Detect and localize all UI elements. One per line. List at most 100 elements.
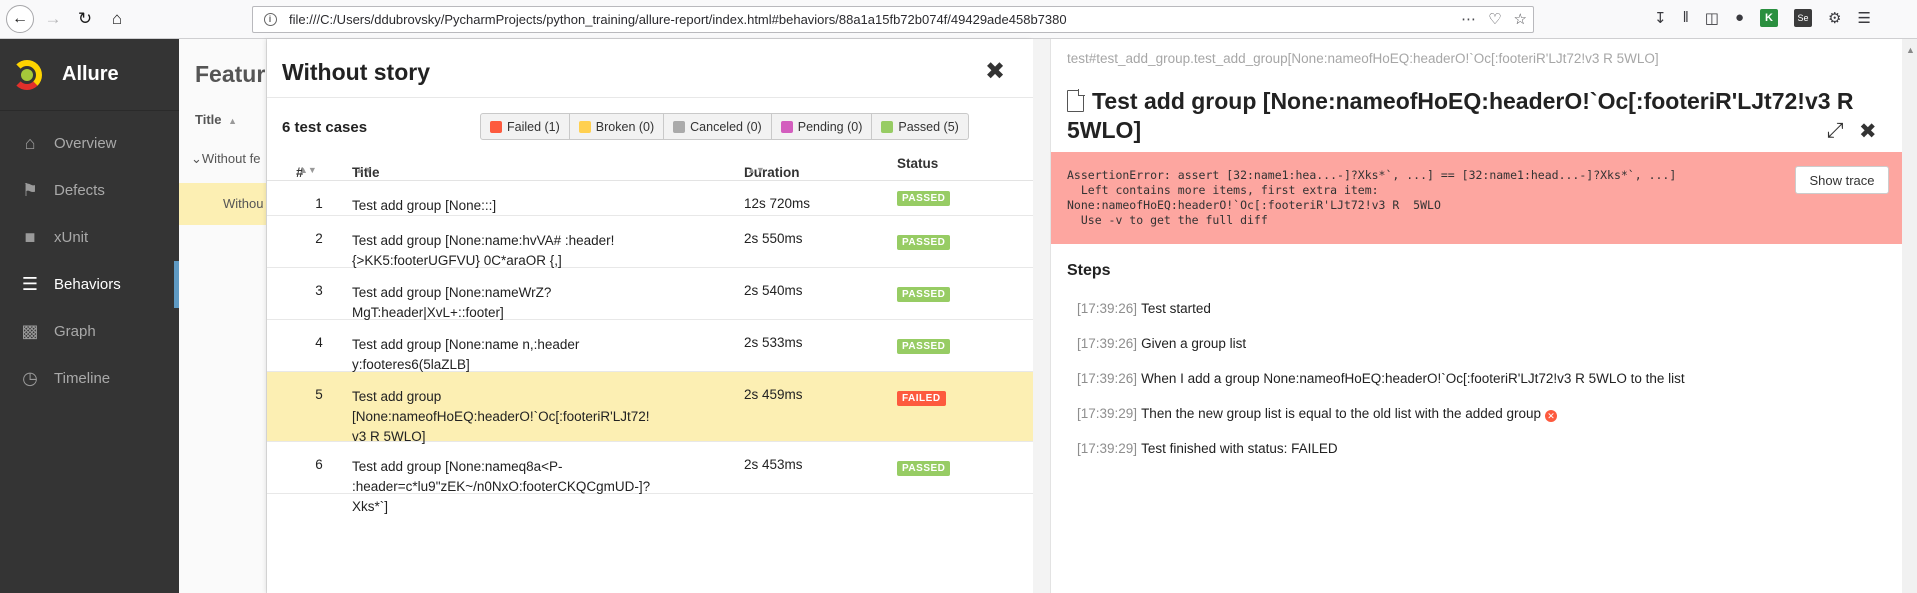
sidebar-item-defects[interactable]: ⚑ Defects xyxy=(0,167,179,214)
row-title: Test add group [None:nameofHoEQ:headerO!… xyxy=(352,389,650,444)
filter-passed[interactable]: Passed (5) xyxy=(872,114,967,139)
step-time: [17:39:29] xyxy=(1077,441,1138,456)
row-number: 3 xyxy=(315,283,323,298)
row-duration: 2s 550ms xyxy=(744,231,803,246)
row-title: Test add group [None:nameWrZ?MgT:header|… xyxy=(352,285,552,320)
status-badge: PASSED xyxy=(897,339,951,354)
expand-icon[interactable]: ⤢ xyxy=(1827,119,1844,143)
table-row-selected[interactable]: 5 Test add group [None:nameofHoEQ:header… xyxy=(267,372,1033,444)
filter-canceled[interactable]: Canceled (0) xyxy=(664,114,772,139)
forward-button[interactable]: → xyxy=(40,6,66,32)
test-case-count: 6 test cases xyxy=(282,119,368,136)
file-icon xyxy=(1067,89,1085,112)
step-item[interactable]: [17:39:26] When I add a group None:nameof… xyxy=(1077,371,1685,386)
home-button[interactable]: ⌂ xyxy=(104,6,130,32)
url-bar[interactable]: i file:///C:/Users/ddubrovsky/PycharmPro… xyxy=(252,6,1534,33)
table-header: # ▲▼ Title ▲▼ Duration ▲▼ Status xyxy=(267,147,1033,181)
test-title: Test add group [None:nameofHoEQ:headerO!… xyxy=(1067,88,1854,143)
canceled-swatch xyxy=(673,120,686,133)
menu-icon[interactable]: ☰ xyxy=(1857,9,1870,27)
column-header-status[interactable]: Status xyxy=(897,156,938,171)
sidebar-toggle-icon[interactable]: ◫ xyxy=(1705,9,1719,27)
download-icon[interactable]: ↧ xyxy=(1654,9,1667,27)
close-icon[interactable]: ✖ xyxy=(985,57,1005,86)
sidebar-item-timeline[interactable]: ◷ Timeline xyxy=(0,355,179,402)
status-filter-bar: Failed (1) Broken (0) Canceled (0) Pendi… xyxy=(480,113,969,140)
features-column-title[interactable]: Title ▲ xyxy=(195,112,237,127)
sidebar-item-label: xUnit xyxy=(54,229,89,246)
pocket-icon[interactable]: ♡ xyxy=(1488,10,1501,28)
step-item[interactable]: [17:39:26] Test started xyxy=(1077,301,1211,316)
error-message: AssertionError: assert [32:name1:hea...-… xyxy=(1067,168,1677,227)
test-full-path: test#test_add_group.test_add_group[None:… xyxy=(1067,51,1659,66)
row-number: 6 xyxy=(315,457,323,472)
status-badge: PASSED xyxy=(897,287,951,302)
filter-failed[interactable]: Failed (1) xyxy=(481,114,570,139)
briefcase-icon: ■ xyxy=(24,227,36,247)
table-row[interactable]: 6 Test add group [None:nameq8a<P- :heade… xyxy=(267,442,1033,514)
home-icon: ⌂ xyxy=(24,133,36,153)
reload-button[interactable]: ↻ xyxy=(72,6,98,32)
step-text: Then the new group list is equal to the … xyxy=(1141,406,1542,421)
show-trace-button[interactable]: Show trace xyxy=(1795,166,1889,194)
step-item[interactable]: [17:39:29] Test finished with status: FAI… xyxy=(1077,441,1338,456)
row-number: 1 xyxy=(315,196,323,211)
step-time: [17:39:26] xyxy=(1077,336,1138,351)
row-number: 5 xyxy=(315,387,323,402)
features-title: Featur xyxy=(195,61,266,87)
filter-pending[interactable]: Pending (0) xyxy=(772,114,873,139)
status-badge: PASSED xyxy=(897,461,951,476)
list-icon: ☰ xyxy=(21,274,39,294)
row-number: 2 xyxy=(315,231,323,246)
step-time: [17:39:26] xyxy=(1077,301,1138,316)
step-text: Given a group list xyxy=(1141,336,1247,351)
step-item[interactable]: [17:39:26] Given a group list xyxy=(1077,336,1246,351)
sidebar-item-graph[interactable]: ▩ Graph xyxy=(0,308,179,355)
url-text[interactable]: file:///C:/Users/ddubrovsky/PycharmProje… xyxy=(289,12,1067,27)
row-title: Test add group [None:name:hvVA# :header!… xyxy=(352,233,615,268)
sidebar: Allure ⌂ Overview ⚑ Defects ■ xUnit ☰ Be… xyxy=(0,39,179,593)
flag-icon: ⚑ xyxy=(21,180,39,200)
globe-icon[interactable]: ● xyxy=(1735,9,1744,27)
extension-green-icon[interactable]: K xyxy=(1760,9,1779,27)
pane-gutter xyxy=(1033,39,1050,593)
extension-se-icon[interactable]: Se xyxy=(1794,9,1813,27)
page-actions-icon[interactable]: ⋯ xyxy=(1461,10,1476,28)
row-duration: 2s 533ms xyxy=(744,335,803,350)
row-duration: 12s 720ms xyxy=(744,196,811,211)
sidebar-item-behaviors[interactable]: ☰ Behaviors xyxy=(0,261,179,308)
bookmark-star-icon[interactable]: ☆ xyxy=(1514,10,1527,28)
step-text: When I add a group None:nameofHoEQ:heade… xyxy=(1141,371,1685,386)
brand-logo[interactable]: Allure xyxy=(0,39,179,111)
sidebar-item-label: Graph xyxy=(54,323,96,340)
site-info-icon[interactable]: i xyxy=(259,11,281,29)
bar-chart-icon: ▩ xyxy=(21,321,39,341)
browser-toolbar: ← → ↻ ⌂ i file:///C:/Users/ddubrovsky/Py… xyxy=(0,0,1917,39)
sidebar-item-label: Defects xyxy=(54,182,105,199)
back-button[interactable]: ← xyxy=(6,5,34,33)
steps-heading: Steps xyxy=(1067,262,1111,279)
step-text: Test finished with status: FAILED xyxy=(1141,441,1338,456)
test-cases-pane: Without story ✖ 6 test cases Failed (1) … xyxy=(267,39,1033,593)
filter-broken[interactable]: Broken (0) xyxy=(570,114,665,139)
failed-icon: ✕ xyxy=(1545,410,1558,422)
close-icon[interactable]: ✖ xyxy=(1859,119,1877,144)
table-row[interactable]: 4 Test add group [None:name n,:header y:… xyxy=(267,320,1033,372)
table-row[interactable]: 1 Test add group [None:::] 12s 720ms PAS… xyxy=(267,181,1033,216)
sidebar-item-xunit[interactable]: ■ xUnit xyxy=(0,214,179,261)
features-selected-row[interactable]: Withou xyxy=(179,183,266,225)
broken-swatch xyxy=(578,120,591,133)
step-item-failed[interactable]: [17:39:29] Then the new group list is equ… xyxy=(1077,406,1558,422)
divider xyxy=(267,97,1033,98)
table-row[interactable]: 3 Test add group [None:nameWrZ?MgT:heade… xyxy=(267,268,1033,320)
library-icon[interactable]: ‖ xyxy=(1683,9,1689,27)
scroll-up-arrow-icon[interactable]: ▲ xyxy=(1906,45,1915,65)
sidebar-item-label: Timeline xyxy=(54,370,111,387)
step-time: [17:39:26] xyxy=(1077,371,1138,386)
sidebar-item-overview[interactable]: ⌂ Overview xyxy=(0,120,179,167)
extension-gear-icon[interactable]: ⚙ xyxy=(1828,9,1841,27)
features-group-row[interactable]: ⌄Without fe xyxy=(191,151,260,167)
passed-swatch xyxy=(881,120,894,133)
table-row[interactable]: 2 Test add group [None:name:hvVA# :heade… xyxy=(267,216,1033,268)
scrollbar[interactable]: ▲ xyxy=(1902,39,1917,593)
